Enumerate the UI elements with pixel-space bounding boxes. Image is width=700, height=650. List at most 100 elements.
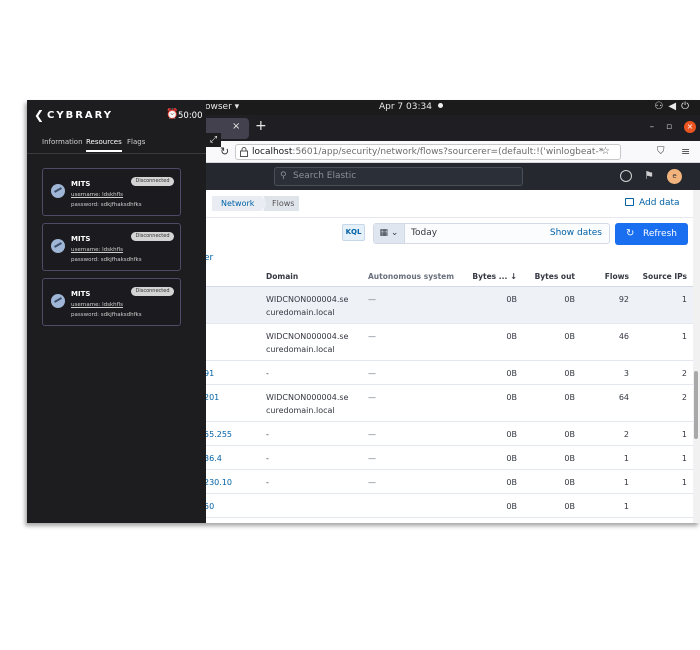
column-header-domain[interactable]: Domain (266, 268, 367, 287)
domain-cell: WIDCNON000004.se curedomain.local (266, 384, 367, 422)
bytes-out-cell: 0B (517, 286, 575, 324)
show-dates-link[interactable]: Show dates (550, 228, 602, 238)
source-ips-cell: 1 (629, 469, 693, 494)
page-scrollbar[interactable] (693, 190, 700, 523)
reload-icon[interactable]: ↻ (220, 145, 229, 158)
domain-cell: - (266, 469, 367, 494)
status-badge: Disconnected (131, 177, 174, 186)
flows-cell: 3 (575, 360, 629, 385)
source-ips-cell: 2 (629, 360, 693, 385)
notification-dot-icon (437, 103, 443, 108)
minimize-button[interactable]: – (650, 122, 655, 132)
system-tray[interactable]: ⚇◀⏻ (654, 101, 694, 112)
refresh-button[interactable]: ↻ Refresh (615, 223, 688, 245)
as-cell: — (367, 384, 463, 422)
flows-cell: 46 (575, 323, 629, 361)
resource-username[interactable]: username: ldskhfls (71, 302, 123, 308)
domain-cell: - (266, 360, 367, 385)
refresh-label: Refresh (643, 229, 677, 239)
column-header-autonomous-system[interactable]: Autonomous system (367, 268, 463, 287)
domain-cell (266, 493, 367, 518)
bytes-in-header-label: Bytes ... (472, 272, 508, 282)
help-icon[interactable] (620, 170, 632, 182)
flows-cell: 64 (575, 384, 629, 422)
hamburger-menu-icon[interactable]: ≡ (681, 145, 690, 158)
add-data-link[interactable]: Add data (625, 198, 680, 208)
source-ips-cell: 1 (629, 445, 693, 470)
bytes-in-cell: 0B (463, 445, 517, 470)
back-chevron-icon[interactable]: ❮ (34, 108, 44, 122)
search-elastic-input[interactable]: ⚲ Search Elastic (274, 167, 523, 186)
resource-password: password: sdkjfhaksdhfks (71, 312, 142, 318)
scrollbar-thumb[interactable] (694, 371, 698, 439)
source-ips-cell: 1 (629, 421, 693, 446)
bookmark-star-icon[interactable]: ☆ (601, 146, 610, 157)
bytes-in-cell: 0B (463, 493, 517, 518)
new-tab-button[interactable]: + (255, 118, 267, 134)
expand-icon[interactable]: ⤢ (206, 133, 221, 147)
tab-resources[interactable]: Resources (86, 138, 122, 152)
bytes-out-cell: 0B (517, 360, 575, 385)
bytes-out-cell: 0B (517, 493, 575, 518)
screenshot-frame: owser ▾ Apr 7 03:34 ⚇◀⏻ × + – ▫ × ↻ loca… (27, 100, 700, 523)
column-header-flows[interactable]: Flows (575, 268, 629, 287)
domain-cell: WIDCNON000004.se curedomain.local (266, 323, 367, 361)
empty-cell (367, 517, 463, 523)
tab-close-icon[interactable]: × (232, 121, 240, 132)
maximize-button[interactable]: ▫ (666, 122, 672, 132)
alarm-clock-icon: ⏰ (166, 109, 179, 120)
newsfeed-icon[interactable]: ⚑ (644, 169, 654, 182)
power-icon: ⏻ (681, 101, 694, 112)
source-ips-cell: 1 (629, 323, 693, 361)
tab-divider (27, 153, 206, 154)
url-host: localhost (252, 147, 293, 157)
resource-card[interactable]: MITS Disconnected username: ldskhfls pas… (42, 168, 181, 216)
calendar-dropdown-button[interactable]: ▦ ⌄ (374, 224, 405, 243)
tab-flags[interactable]: Flags (127, 138, 145, 146)
bytes-out-cell: 0B (517, 384, 575, 422)
app-menu[interactable]: owser ▾ (205, 102, 239, 112)
status-badge: Disconnected (131, 287, 174, 296)
clock[interactable]: Apr 7 03:34 (379, 102, 443, 112)
breadcrumb-network[interactable]: Network (212, 196, 268, 211)
column-header-bytes-in[interactable]: Bytes ... ↓ (463, 268, 517, 287)
refresh-icon: ↻ (626, 228, 635, 239)
column-header-bytes-out[interactable]: Bytes out (517, 268, 575, 287)
flows-cell: 1 (575, 469, 629, 494)
domain-cell: WIDCNON000004.se curedomain.local (266, 286, 367, 324)
domain-cell: - (266, 421, 367, 446)
empty-cell (266, 517, 367, 523)
search-placeholder: Search Elastic (293, 171, 357, 181)
url-bar[interactable]: localhost:5601/app/security/network/flow… (235, 144, 621, 160)
user-avatar[interactable]: e (667, 169, 682, 184)
cybrary-panel: ❮ CYBRARY ⏰ 50:00 Information Resources … (27, 100, 206, 523)
resource-username[interactable]: username: ldskhfls (71, 247, 123, 253)
tab-information[interactable]: Information (42, 138, 83, 146)
domain-cell: - (266, 445, 367, 470)
date-range-text[interactable]: Today (411, 228, 437, 238)
add-data-icon (625, 198, 634, 206)
bytes-out-cell: 0B (517, 323, 575, 361)
flows-cell: 92 (575, 286, 629, 324)
add-data-label: Add data (639, 198, 680, 208)
column-header-source-ips[interactable]: Source IPs (629, 268, 693, 287)
calendar-icon: ▦ (379, 228, 389, 238)
source-ips-cell: 1 (629, 286, 693, 324)
bytes-in-cell: 0B (463, 384, 517, 422)
close-window-button[interactable]: × (684, 121, 696, 133)
as-cell: — (367, 286, 463, 324)
empty-cell (575, 517, 629, 523)
bytes-in-cell: 0B (463, 469, 517, 494)
resource-card[interactable]: MITS Disconnected username: ldskhfls pas… (42, 223, 181, 271)
resource-card[interactable]: MITS Disconnected username: ldskhfls pas… (42, 278, 181, 326)
pocket-icon[interactable]: ⛉ (657, 146, 665, 157)
status-badge: Disconnected (131, 232, 174, 241)
bytes-out-cell: 0B (517, 445, 575, 470)
as-cell: — (367, 469, 463, 494)
kql-toggle[interactable]: KQL (342, 224, 365, 241)
sort-down-icon: ↓ (510, 272, 517, 282)
search-icon: ⚲ (280, 171, 287, 181)
lab-timer: 50:00 (178, 111, 203, 121)
chevron-down-icon: ⌄ (390, 228, 399, 238)
resource-username[interactable]: username: ldskhfls (71, 192, 123, 198)
